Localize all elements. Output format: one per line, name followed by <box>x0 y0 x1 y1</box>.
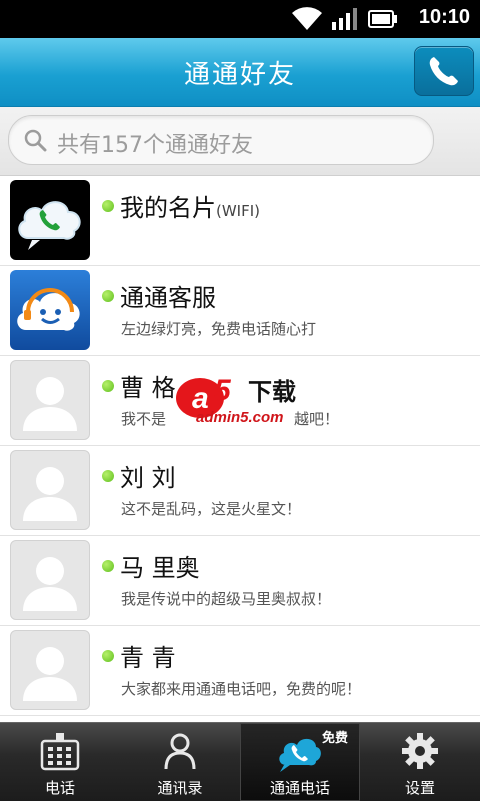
tongtong-call-icon <box>279 738 321 772</box>
online-status-dot <box>102 650 114 662</box>
list-item[interactable]: 刘 刘 这不是乱码，这是火星文！ <box>0 446 480 536</box>
page-title: 通通好友 <box>183 60 296 90</box>
dialpad-icon <box>40 733 80 771</box>
person-silhouette-icon <box>23 467 77 521</box>
support-cloud-icon <box>17 288 80 331</box>
online-status-dot <box>102 200 114 212</box>
online-status-dot <box>102 380 114 392</box>
person-silhouette-icon <box>23 377 77 431</box>
watermark-logo: a 5 下载 admin5.com <box>170 370 320 430</box>
avatar-placeholder <box>10 360 90 440</box>
title-bar: 通通好友 <box>0 38 480 107</box>
list-item[interactable]: 青 青 大家都来用通通电话吧，免费的呢！ <box>0 626 480 716</box>
bottom-nav: 电话 通讯录 免费 通通电话 设置 <box>0 722 480 801</box>
signal-icon <box>332 8 357 30</box>
contact-name: 马 里奥 <box>120 554 200 582</box>
tab-settings[interactable]: 设置 <box>360 723 480 801</box>
contact-status: 大家都来用通通电话吧，免费的呢！ <box>121 680 362 698</box>
cloud-phone-icon <box>18 201 81 250</box>
gear-icon <box>402 733 438 769</box>
online-status-dot <box>102 290 114 302</box>
avatar <box>10 270 90 350</box>
tab-tongtong-call[interactable]: 免费 通通电话 <box>240 723 360 801</box>
contact-status: 这不是乱码，这是火星文！ <box>121 500 302 518</box>
avatar-placeholder <box>10 540 90 620</box>
contact-name: 青 青 <box>120 644 176 672</box>
svg-text:5: 5 <box>214 374 232 407</box>
tab-label: 通通电话 <box>269 779 330 797</box>
avatar-placeholder <box>10 630 90 710</box>
svg-text:下载: 下载 <box>248 378 296 406</box>
contact-name: 曹 格 <box>120 374 176 402</box>
search-icon <box>24 129 47 152</box>
tab-contacts[interactable]: 通讯录 <box>120 723 240 801</box>
svg-text:admin5.com: admin5.com <box>196 409 284 426</box>
phone-icon <box>429 57 458 86</box>
avatar <box>10 180 90 260</box>
contact-name: 刘 刘 <box>120 464 176 492</box>
contact-name: 我的名片(WIFI) <box>120 194 261 222</box>
search-placeholder: 共有157个通通好友 <box>57 133 253 158</box>
status-time: 10:10 <box>418 6 470 28</box>
contact-name-suffix: (WIFI) <box>216 202 261 220</box>
person-silhouette-icon <box>23 557 77 611</box>
battery-icon <box>368 10 397 28</box>
online-status-dot <box>102 560 114 572</box>
person-silhouette-icon <box>23 647 77 701</box>
tab-label: 电话 <box>44 779 75 797</box>
call-button[interactable] <box>414 46 474 96</box>
contact-name: 通通客服 <box>120 284 216 312</box>
search-input[interactable]: 共有157个通通好友 <box>8 115 434 165</box>
contact-list: 我的名片(WIFI) 通通客服 左边绿灯亮，免费电话随心打 曹 格 我不是 越吧！ <box>0 176 480 722</box>
free-badge: 免费 <box>321 731 348 746</box>
list-item[interactable]: 我的名片(WIFI) <box>0 176 480 266</box>
contacts-icon <box>164 733 196 770</box>
wifi-icon <box>292 7 322 30</box>
tab-phone[interactable]: 电话 <box>0 723 120 801</box>
status-bar: 10:10 <box>0 0 480 38</box>
list-item[interactable]: 通通客服 左边绿灯亮，免费电话随心打 <box>0 266 480 356</box>
avatar-placeholder <box>10 450 90 530</box>
contact-status: 我是传说中的超级马里奥叔叔！ <box>121 590 332 608</box>
online-status-dot <box>102 470 114 482</box>
tab-label: 设置 <box>404 779 435 797</box>
list-item[interactable]: 马 里奥 我是传说中的超级马里奥叔叔！ <box>0 536 480 626</box>
tab-label: 通讯录 <box>157 779 203 797</box>
search-bar: 共有157个通通好友 <box>0 107 480 176</box>
contact-status: 左边绿灯亮，免费电话随心打 <box>121 320 317 338</box>
